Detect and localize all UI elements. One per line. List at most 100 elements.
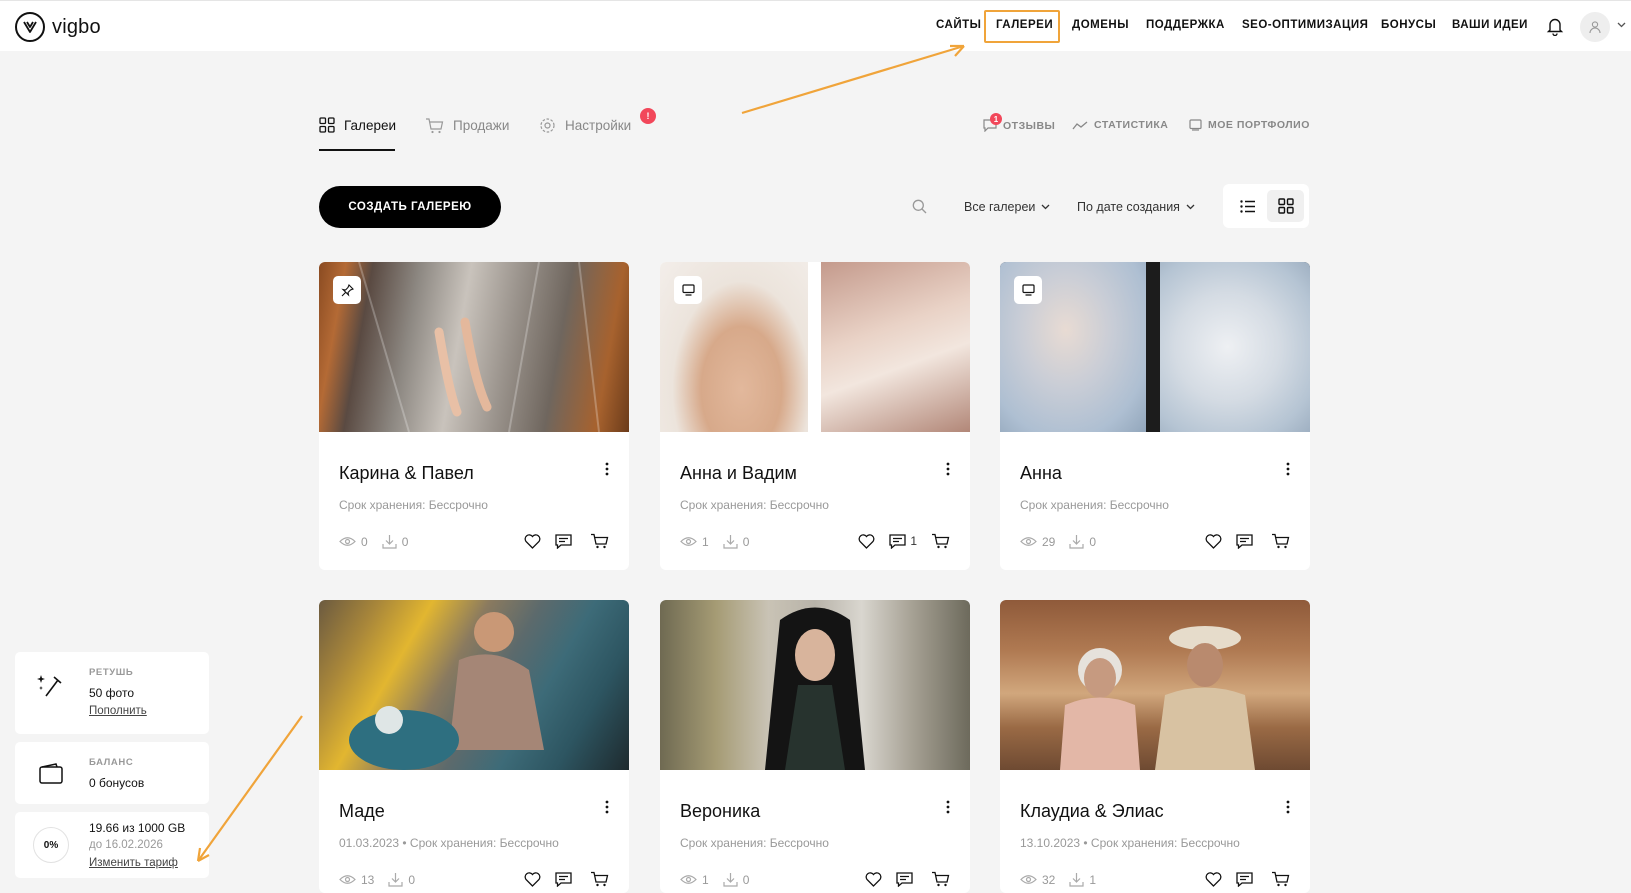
views-count: 13 [361, 872, 375, 887]
downloads-count: 0 [1089, 534, 1097, 549]
comment-icon [555, 871, 572, 887]
nav-ideas[interactable]: ВАШИ ИДЕИ [1452, 19, 1528, 31]
nav-bonuses[interactable]: БОНУСЫ [1381, 19, 1436, 31]
monitor-icon[interactable] [674, 276, 702, 304]
link-portfolio-label: МОЕ ПОРТФОЛИО [1208, 119, 1310, 131]
nav-domains[interactable]: ДОМЕНЫ [1072, 19, 1129, 31]
more-menu-icon[interactable] [946, 462, 950, 476]
favorites-button[interactable] [524, 533, 541, 549]
bell-icon[interactable] [1546, 16, 1564, 36]
chevron-down-icon [1041, 204, 1050, 210]
gallery-card[interactable]: Карина & Павел Срок хранения: Бессрочно … [319, 262, 629, 570]
gallery-actions [1205, 871, 1290, 887]
nav-sites[interactable]: САЙТЫ [936, 19, 981, 31]
avatar[interactable] [1580, 12, 1610, 42]
downloads-stat: 0 [723, 872, 749, 887]
cart-button[interactable] [931, 533, 950, 549]
cart-button[interactable] [1271, 871, 1290, 887]
comments-button[interactable] [555, 871, 576, 887]
gallery-cover-image[interactable] [1000, 262, 1310, 432]
more-menu-icon[interactable] [1286, 800, 1290, 814]
tab-settings[interactable]: Настройки [539, 117, 631, 134]
gallery-cover-image[interactable] [1000, 600, 1310, 770]
views-stat: 29 [1020, 535, 1055, 549]
chevron-down-icon[interactable] [1617, 22, 1626, 28]
gallery-cover-image[interactable] [660, 600, 970, 770]
views-count: 32 [1042, 872, 1056, 887]
gallery-cover-image[interactable] [319, 262, 629, 432]
chevron-down-icon [1186, 204, 1195, 210]
cart-button[interactable] [931, 871, 950, 887]
gallery-actions: 1 [858, 533, 950, 549]
gallery-title[interactable]: Карина & Павел [339, 463, 474, 484]
download-icon [723, 873, 738, 887]
gallery-stats: 32 1 [1020, 872, 1096, 887]
downloads-count: 1 [1089, 872, 1097, 887]
favorites-button[interactable] [524, 871, 541, 887]
gallery-card[interactable]: Маде 01.03.2023 • Срок хранения: Бессроч… [319, 600, 629, 893]
heart-icon [858, 533, 875, 549]
gallery-title[interactable]: Маде [339, 801, 385, 822]
gallery-card[interactable]: Вероника Срок хранения: Бессрочно 1 0 [660, 600, 970, 893]
filter-dropdown[interactable]: Все галереи [964, 200, 1050, 214]
gallery-card[interactable]: Анна и Вадим Срок хранения: Бессрочно 1 … [660, 262, 970, 570]
top-up-link[interactable]: Пополнить [89, 705, 147, 717]
tab-sales[interactable]: Продажи [425, 117, 509, 134]
comments-button[interactable] [1236, 533, 1257, 549]
gallery-title[interactable]: Клаудиа & Элиас [1020, 801, 1164, 822]
comment-icon [555, 533, 572, 549]
gallery-title[interactable]: Вероника [680, 801, 760, 822]
balance-value: 0 бонусов [89, 776, 145, 790]
gallery-cover-image[interactable] [660, 262, 970, 432]
nav-support[interactable]: ПОДДЕРЖКА [1146, 19, 1225, 31]
monitor-icon[interactable] [1014, 276, 1042, 304]
comments-button[interactable]: 1 [889, 533, 917, 549]
link-portfolio[interactable]: МОЕ ПОРТФОЛИО [1189, 119, 1310, 131]
comments-button[interactable] [555, 533, 576, 549]
create-gallery-button[interactable]: СОЗДАТЬ ГАЛЕРЕЮ [319, 186, 501, 228]
gallery-stats: 13 0 [339, 872, 415, 887]
cart-button[interactable] [1271, 533, 1290, 549]
download-icon [1069, 535, 1084, 549]
change-plan-link[interactable]: Изменить тариф [89, 857, 178, 869]
annotation-highlight-box [984, 10, 1060, 43]
grid-view-button[interactable] [1267, 190, 1304, 222]
comment-icon [1236, 871, 1253, 887]
favorites-button[interactable] [865, 871, 882, 887]
gallery-stats: 0 0 [339, 534, 408, 549]
views-stat: 32 [1020, 873, 1055, 887]
tab-galleries[interactable]: Галереи [319, 117, 396, 133]
favorites-button[interactable] [858, 533, 875, 549]
link-statistics[interactable]: СТАТИСТИКА [1072, 119, 1168, 131]
sort-dropdown[interactable]: По дате создания [1077, 200, 1195, 214]
comments-button[interactable] [896, 871, 917, 887]
list-view-button[interactable] [1229, 190, 1266, 222]
download-icon [723, 535, 738, 549]
favorites-button[interactable] [1205, 871, 1222, 887]
views-stat: 1 [680, 535, 709, 549]
gallery-card[interactable]: Клаудиа & Элиас 13.10.2023 • Срок хранен… [1000, 600, 1310, 893]
gallery-meta: Срок хранения: Бессрочно [680, 498, 829, 512]
gallery-stats: 1 0 [680, 872, 749, 887]
gallery-card[interactable]: Анна Срок хранения: Бессрочно 29 0 [1000, 262, 1310, 570]
more-menu-icon[interactable] [1286, 462, 1290, 476]
cart-button[interactable] [590, 533, 609, 549]
more-menu-icon[interactable] [605, 462, 609, 476]
more-menu-icon[interactable] [946, 800, 950, 814]
gallery-cover-image[interactable] [319, 600, 629, 770]
logo[interactable]: vigbo [15, 12, 101, 42]
gallery-title[interactable]: Анна [1020, 463, 1062, 484]
favorites-button[interactable] [1205, 533, 1222, 549]
comments-button[interactable] [1236, 871, 1257, 887]
nav-seo[interactable]: SEO-ОПТИМИЗАЦИЯ [1242, 19, 1368, 31]
more-menu-icon[interactable] [605, 800, 609, 814]
cart-icon [1272, 533, 1290, 549]
retouch-widget: РЕТУШЬ 50 фото Пополнить [15, 652, 209, 734]
gallery-title[interactable]: Анна и Вадим [680, 463, 797, 484]
gallery-stats: 29 0 [1020, 534, 1096, 549]
user-icon [1589, 21, 1601, 34]
pin-icon[interactable] [333, 276, 361, 304]
cart-button[interactable] [590, 871, 609, 887]
search-icon[interactable] [912, 199, 927, 214]
logo-mark-icon [15, 12, 45, 42]
